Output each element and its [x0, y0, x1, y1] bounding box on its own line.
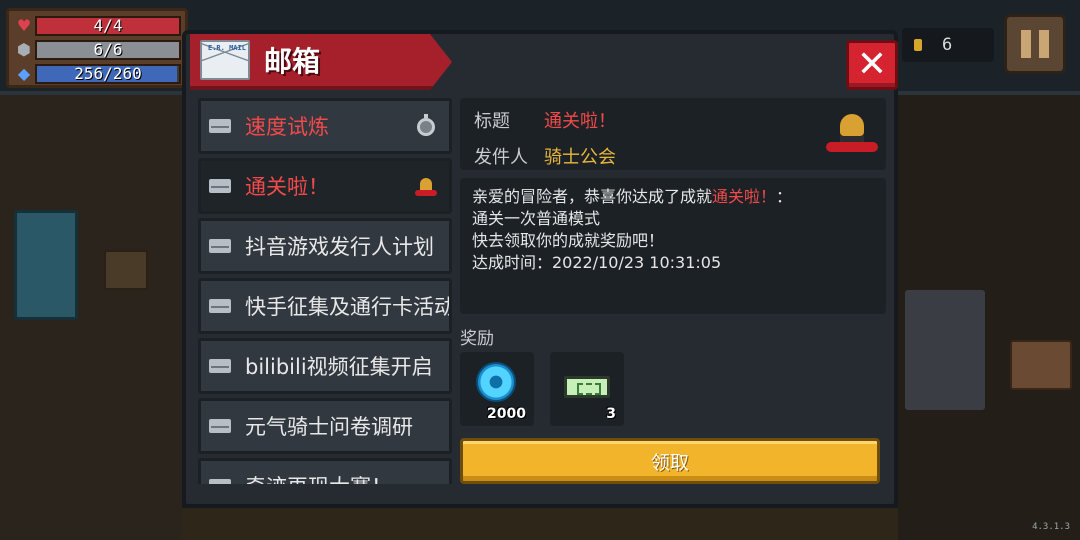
- mail-title: 速度试炼: [245, 115, 329, 139]
- coin-count: 6: [942, 35, 953, 55]
- armor-bar: 6/6: [35, 39, 181, 60]
- sender-label: 发件人: [474, 147, 528, 168]
- mail-title: 奇迹再现大赛！: [245, 471, 392, 484]
- reward-slot-ticket: 3: [550, 352, 624, 426]
- hp-text: 4/4: [93, 15, 123, 35]
- mail-title: 元气骑士问卷调研: [245, 415, 413, 439]
- pause-button[interactable]: [1004, 14, 1066, 74]
- envelope-icon: [209, 299, 231, 313]
- energy-gem-icon: ◆: [17, 64, 31, 83]
- energy-bar: 256/260: [35, 63, 181, 84]
- close-button[interactable]: ✕: [846, 40, 898, 90]
- reward-qty: 3: [606, 406, 616, 422]
- sender-row: 发件人 骑士公会: [474, 142, 872, 170]
- body-line-3: 快去领取你的成就奖励吧！: [472, 231, 665, 250]
- envelope-icon: [209, 359, 231, 373]
- mail-detail: 标题 通关啦！ 发件人 骑士公会 亲爱的冒险者，恭喜你达成了成就通关啦！： 通关…: [460, 98, 886, 484]
- mail-title: 通关啦！: [245, 175, 329, 199]
- hp-row: ♥ 4/4: [13, 14, 181, 37]
- subject-row: 标题 通关啦！: [474, 106, 872, 134]
- envelope-icon: E.R. MAIL: [200, 40, 250, 80]
- mail-item[interactable]: 抖音游戏发行人计划: [198, 218, 452, 274]
- envelope-icon: [209, 119, 231, 133]
- claim-button[interactable]: 领取: [460, 438, 880, 484]
- envelope-icon: [209, 419, 231, 433]
- floor-bottom: [182, 508, 898, 540]
- mail-item[interactable]: 奇迹再现大赛！: [198, 458, 452, 484]
- mailbox-title: 邮箱: [264, 45, 321, 78]
- pause-icon-bar: [1039, 30, 1049, 58]
- subject-value: 通关啦！: [544, 111, 616, 132]
- mail-item[interactable]: bilibili视频征集开启: [198, 338, 452, 394]
- mailbox-dialog: E.R. MAIL 邮箱 ✕ 速度试炼 通关啦！ 抖音游戏发行人计划 快手征集及通行卡…: [182, 30, 898, 508]
- mailbox-title-banner: E.R. MAIL 邮箱: [190, 34, 452, 90]
- mail-body: 亲爱的冒险者，恭喜你达成了成就通关啦！： 通关一次普通模式 快去领取你的成就奖励…: [460, 178, 886, 314]
- envelope-icon: [209, 179, 231, 193]
- achievement-name: 通关啦！: [712, 187, 777, 206]
- knight-helmet-icon-shape: [415, 176, 437, 198]
- mail-item[interactable]: 通关啦！: [198, 158, 452, 214]
- heart-icon: ♥: [16, 16, 32, 35]
- mail-item[interactable]: 速度试炼: [198, 98, 452, 154]
- mail-title: 快手征集及通行卡活动: [245, 295, 452, 319]
- pause-icon: [1021, 30, 1031, 58]
- coin-icon: [914, 39, 922, 51]
- coin-counter: 6: [902, 28, 994, 62]
- player-stats-panel: ♥ 4/4 ⬢ 6/6 ◆ 256/260: [6, 8, 188, 88]
- body-line-2: 通关一次普通模式: [472, 209, 601, 228]
- armor-row: ⬢ 6/6: [13, 38, 181, 61]
- close-icon: ✕: [856, 44, 888, 85]
- knight-helmet-icon: [826, 108, 878, 160]
- wall-sign: [1010, 340, 1072, 390]
- blue-gem-icon: [476, 362, 516, 402]
- mail-header: 标题 通关啦！ 发件人 骑士公会: [460, 98, 886, 170]
- energy-row: ◆ 256/260: [13, 62, 181, 85]
- body-line-4: 达成时间：2022/10/23 10:31:05: [472, 253, 722, 272]
- reward-qty: 2000: [487, 406, 526, 422]
- body-text: 亲爱的冒险者，恭喜你达成了成就: [472, 187, 713, 206]
- shield-icon: ⬢: [17, 40, 31, 59]
- body-text-end: ：: [776, 187, 793, 206]
- subject-label: 标题: [474, 111, 510, 132]
- reward-slot-gems: 2000: [460, 352, 534, 426]
- armor-text: 6/6: [93, 39, 123, 59]
- version-label: 4.3.1.3: [1032, 522, 1070, 532]
- envelope-tag: E.R. MAIL: [208, 44, 246, 52]
- envelope-icon: [209, 239, 231, 253]
- arcade-machine: [14, 210, 78, 320]
- hp-bar: 4/4: [35, 15, 181, 36]
- reward-list: 2000 3: [460, 352, 886, 426]
- mail-item[interactable]: 元气骑士问卷调研: [198, 398, 452, 454]
- ticket-icon: [564, 376, 610, 398]
- sender-value: 骑士公会: [544, 147, 616, 168]
- mail-list[interactable]: 速度试炼通关啦！ 抖音游戏发行人计划 快手征集及通行卡活动 bilibili视频征集开…: [198, 98, 452, 484]
- stopwatch-icon: [413, 114, 439, 140]
- envelope-icon: [209, 479, 231, 484]
- body-line-1: 亲爱的冒险者，恭喜你达成了成就通关啦！：: [472, 186, 874, 208]
- npc-character: [905, 290, 985, 410]
- mail-item[interactable]: 快手征集及通行卡活动: [198, 278, 452, 334]
- mail-title: 抖音游戏发行人计划: [245, 235, 434, 259]
- stopwatch-icon-shape: [417, 114, 435, 136]
- reward-label: 奖励: [460, 329, 494, 349]
- knight-helmet-icon: [413, 174, 439, 200]
- mail-title: bilibili视频征集开启: [245, 355, 433, 379]
- crate: [104, 250, 148, 290]
- energy-text: 256/260: [74, 63, 142, 83]
